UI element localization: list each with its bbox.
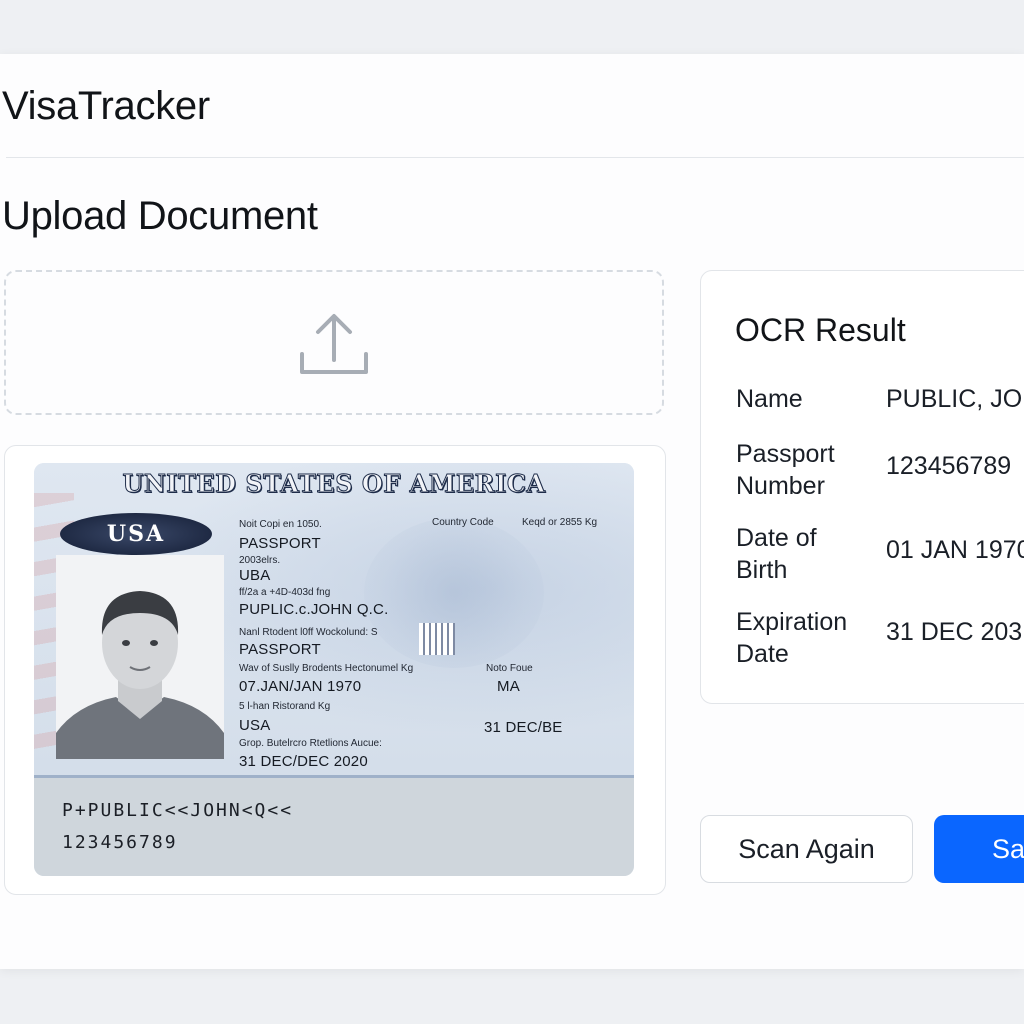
ocr-label-name: Name bbox=[736, 385, 803, 413]
passport-header: UNITED STATES OF AMERICA bbox=[122, 469, 546, 499]
person-portrait-icon bbox=[56, 555, 224, 759]
save-button[interactable]: Sa bbox=[934, 815, 1024, 883]
passport-field-label: Country Code bbox=[432, 517, 494, 528]
seal-shield-icon bbox=[419, 623, 455, 655]
ocr-value-date-of-birth: 01 JAN 1970 bbox=[886, 536, 1024, 564]
passport-code: UBA bbox=[239, 567, 271, 584]
passport-field-label: Noto Foue bbox=[486, 663, 533, 674]
ocr-value-passport-number: 123456789 bbox=[886, 452, 1012, 480]
header-divider bbox=[6, 157, 1024, 158]
passport-type-2: PASSPORT bbox=[239, 641, 321, 658]
page-title: Upload Document bbox=[2, 194, 318, 238]
passport-image: UNITED STATES OF AMERICA USA Noit Copi e… bbox=[34, 463, 634, 876]
ocr-label-passport-number: Passport Number bbox=[736, 440, 835, 500]
mrz-zone: P+PUBLIC<<JOHN<Q<< 123456789 bbox=[34, 778, 634, 876]
passport-field-label: 5 l-han Ristorand Kg bbox=[239, 701, 331, 712]
upload-icon[interactable] bbox=[296, 310, 372, 382]
ocr-label-expiration-date: Expiration Date bbox=[736, 608, 848, 668]
usa-emblem: USA bbox=[60, 513, 212, 555]
passport-field-label: ff/2a a +4D-403d fng bbox=[239, 587, 331, 598]
ocr-value-expiration-date: 31 DEC 203 bbox=[886, 618, 1023, 646]
scan-again-button[interactable]: Scan Again bbox=[700, 815, 913, 883]
passport-dob: 07.JAN/JAN 1970 bbox=[239, 678, 362, 695]
passport-photo bbox=[56, 555, 224, 759]
passport-type: PASSPORT bbox=[239, 535, 321, 552]
passport-expiry: 31 DEC/DEC 2020 bbox=[239, 753, 368, 770]
mrz-line-1: P+PUBLIC<<JOHN<Q<< bbox=[62, 800, 294, 821]
ocr-label-date-of-birth: Date of Birth bbox=[736, 524, 817, 584]
passport-name: PUPLIC.c.JOHN Q.C. bbox=[239, 601, 389, 618]
passport-nationality: USA bbox=[239, 717, 271, 734]
passport-field-label: 2003elrs. bbox=[239, 555, 281, 566]
passport-field-label: Wav of Suslly Brodents Hectonumel Kg bbox=[239, 663, 414, 674]
passport-field-label: Nanl Rtodent l0ff Wockolund: S bbox=[239, 627, 378, 638]
passport-issue-partial: 31 DEC/BE bbox=[484, 719, 563, 736]
ocr-value-name: PUBLIC, JO bbox=[886, 385, 1023, 413]
passport-field-label: Keqd or 2855 Kg bbox=[522, 517, 598, 528]
app-title: VisaTracker bbox=[2, 84, 210, 128]
passport-sex: MA bbox=[497, 678, 520, 695]
passport-field-label: Noit Copi en 1050. bbox=[239, 519, 322, 530]
ocr-result-title: OCR Result bbox=[735, 312, 906, 348]
mrz-line-2: 123456789 bbox=[62, 832, 178, 853]
passport-field-label: Grop. Butelrcro Rtetlions Aucue: bbox=[239, 738, 382, 749]
